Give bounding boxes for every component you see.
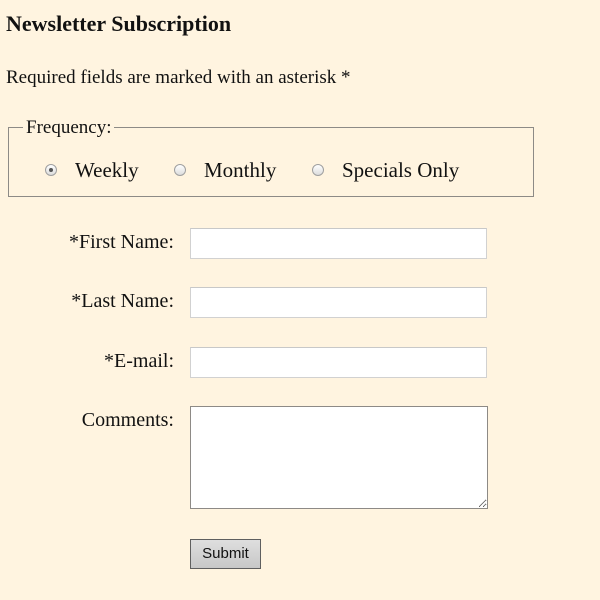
email-input[interactable] xyxy=(190,347,487,378)
email-label: *E-mail: xyxy=(104,350,174,372)
frequency-option-monthly[interactable]: Monthly xyxy=(174,156,276,184)
first-name-label: *First Name: xyxy=(69,231,174,253)
radio-monthly[interactable] xyxy=(174,164,186,176)
last-name-label: *Last Name: xyxy=(71,290,174,312)
first-name-input[interactable] xyxy=(190,228,487,259)
page-title: Newsletter Subscription xyxy=(6,11,232,36)
frequency-label-weekly: Weekly xyxy=(75,158,139,182)
frequency-label-monthly: Monthly xyxy=(204,158,277,182)
comments-textarea[interactable] xyxy=(190,406,488,509)
comments-label: Comments: xyxy=(81,409,174,431)
frequency-fieldset: Frequency: Weekly Monthly Specials Only xyxy=(8,116,534,197)
frequency-label-specials-only: Specials Only xyxy=(342,158,460,182)
radio-specials-only[interactable] xyxy=(312,164,324,176)
submit-button[interactable]: Submit xyxy=(190,539,261,569)
frequency-option-specials-only[interactable]: Specials Only xyxy=(312,156,459,184)
radio-weekly[interactable] xyxy=(45,164,57,176)
last-name-input[interactable] xyxy=(190,287,487,318)
required-fields-note: Required fields are marked with an aster… xyxy=(6,67,351,88)
frequency-legend: Frequency: xyxy=(23,116,115,140)
frequency-option-weekly[interactable]: Weekly xyxy=(45,156,139,184)
